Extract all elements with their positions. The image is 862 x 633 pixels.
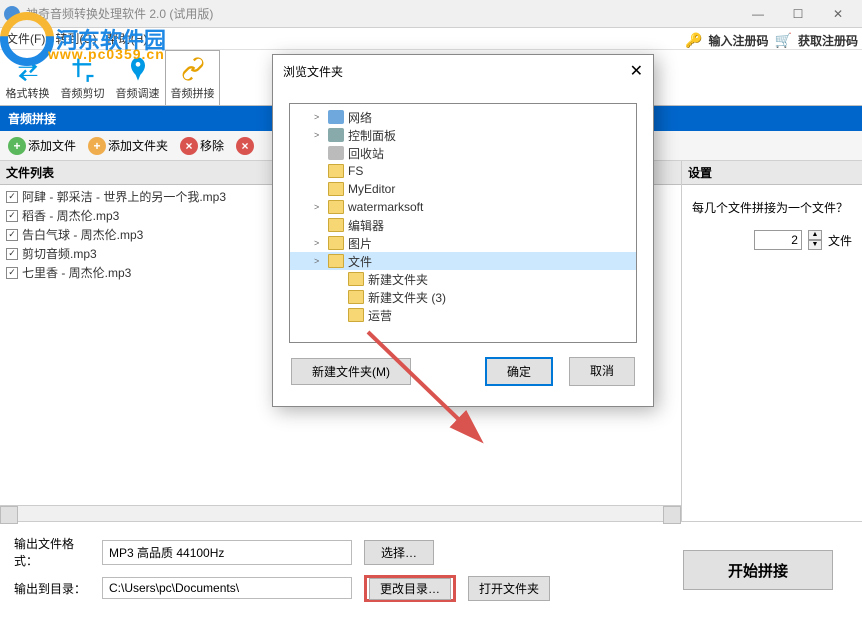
tree-node-label: MyEditor [348,182,395,196]
folder-icon [328,182,344,196]
tree-node[interactable]: FS [290,162,636,180]
tree-node[interactable]: 新建文件夹 (3) [290,288,636,306]
tree-node[interactable]: > 图片 [290,234,636,252]
key-icon: 🔑 [685,32,702,49]
folder-icon [328,236,344,250]
output-panel: 输出文件格式： MP3 高品质 44100Hz 选择… 输出到目录： C:\Us… [0,521,862,606]
file-name: 阿肆 - 郭采洁 - 世界上的另一个我.mp3 [22,188,226,205]
tree-node-label: 文件 [348,253,372,270]
tree-node[interactable]: MyEditor [290,180,636,198]
close-button[interactable]: ✕ [818,0,858,28]
maximize-button[interactable]: ☐ [778,0,818,28]
watermark-logo: 河东软件园 www.pc0359.cn [0,12,166,66]
minimize-button[interactable]: — [738,0,778,28]
expand-icon[interactable]: > [314,256,324,266]
tree-node-label: 网络 [348,109,372,126]
file-count-spinner[interactable]: ▲▼ [808,230,822,250]
expand-icon[interactable]: > [314,238,324,248]
get-regcode-link[interactable]: 获取注册码 [798,32,858,49]
dialog-close-button[interactable]: ✕ [630,61,643,81]
remove-icon: × [180,137,198,155]
dialog-title: 浏览文件夹 [283,63,630,80]
tree-node[interactable]: > watermarksoft [290,198,636,216]
folder-icon [348,272,364,286]
file-name: 七里香 - 周杰伦.mp3 [22,264,131,281]
folder-icon [328,146,344,160]
tree-node-label: 控制面板 [348,127,396,144]
file-name: 稻香 - 周杰伦.mp3 [22,207,119,224]
expand-icon[interactable]: > [314,112,324,122]
add-folder-button[interactable]: + 添加文件夹 [84,135,172,157]
tool-audio-concat[interactable]: 音频拼接 [165,50,220,105]
settings-header: 设置 [682,161,862,185]
checkbox-icon[interactable]: ✓ [6,229,18,241]
horizontal-scrollbar[interactable] [0,505,681,521]
start-concat-button[interactable]: 开始拼接 [683,550,833,590]
cancel-button[interactable]: 取消 [569,357,635,386]
clear-icon: × [236,137,254,155]
tree-node[interactable]: 新建文件夹 [290,270,636,288]
folder-icon [328,164,344,178]
output-dir-label: 输出到目录： [14,580,90,597]
output-format-value: MP3 高品质 44100Hz [102,540,352,565]
folder-icon [328,128,344,142]
remove-button[interactable]: × 移除 [176,135,228,157]
folder-icon [348,308,364,322]
tree-node-label: 新建文件夹 [368,271,428,288]
choose-format-button[interactable]: 选择… [364,540,434,565]
checkbox-icon[interactable]: ✓ [6,267,18,279]
watermark-icon [0,12,54,66]
tree-node[interactable]: > 控制面板 [290,126,636,144]
folder-icon [328,200,344,214]
folder-icon [328,218,344,232]
tree-node-label: watermarksoft [348,200,423,214]
change-dir-button[interactable]: 更改目录… [369,578,451,600]
tree-node-label: 编辑器 [348,217,384,234]
folder-icon [328,110,344,124]
ok-button[interactable]: 确定 [485,357,553,386]
change-dir-highlight: 更改目录… [364,575,456,602]
expand-icon[interactable]: > [314,130,324,140]
open-folder-button[interactable]: 打开文件夹 [468,576,550,601]
tree-node[interactable]: > 网络 [290,108,636,126]
checkbox-icon[interactable]: ✓ [6,210,18,222]
checkbox-icon[interactable]: ✓ [6,191,18,203]
enter-regcode-link[interactable]: 输入注册码 [709,32,769,49]
tree-node-label: 运营 [368,307,392,324]
folder-icon [348,290,364,304]
folder-tree[interactable]: > 网络 > 控制面板回收站 FS MyEditor > watermarksoft 编辑器 > 图… [289,103,637,343]
top-right-links: 🔑 输入注册码 🛒 获取注册码 [681,30,862,51]
tree-node[interactable]: 回收站 [290,144,636,162]
new-folder-button[interactable]: 新建文件夹(M) [291,358,411,385]
tree-node-label: 图片 [348,235,372,252]
expand-icon[interactable]: > [314,202,324,212]
settings-panel: 设置 每几个文件拼接为一个文件？ 2 ▲▼ 文件 [682,161,862,521]
tree-node[interactable]: > 文件 [290,252,636,270]
output-format-label: 输出文件格式： [14,535,90,569]
folder-plus-icon: + [88,137,106,155]
file-count-unit: 文件 [828,232,852,249]
cart-icon: 🛒 [775,32,792,49]
file-name: 告白气球 - 周杰伦.mp3 [22,226,143,243]
tree-node[interactable]: 编辑器 [290,216,636,234]
browse-folder-dialog: 浏览文件夹 ✕ > 网络 > 控制面板回收站 FS MyEditor > watermarks… [272,54,654,407]
add-file-button[interactable]: + 添加文件 [4,135,80,157]
tree-node-label: 回收站 [348,145,384,162]
folder-icon [328,254,344,268]
tree-node-label: 新建文件夹 (3) [368,289,446,306]
plus-icon: + [8,137,26,155]
watermark-url: www.pc0359.cn [48,46,165,62]
checkbox-icon[interactable]: ✓ [6,248,18,260]
file-name: 剪切音频.mp3 [22,245,97,262]
output-dir-value[interactable]: C:\Users\pc\Documents\ [102,577,352,599]
tree-node[interactable]: 运营 [290,306,636,324]
clear-button[interactable]: × [232,135,258,157]
tree-node-label: FS [348,164,363,178]
settings-question: 每几个文件拼接为一个文件？ [692,199,852,216]
link-icon [179,55,207,83]
file-count-input[interactable]: 2 [754,230,802,250]
